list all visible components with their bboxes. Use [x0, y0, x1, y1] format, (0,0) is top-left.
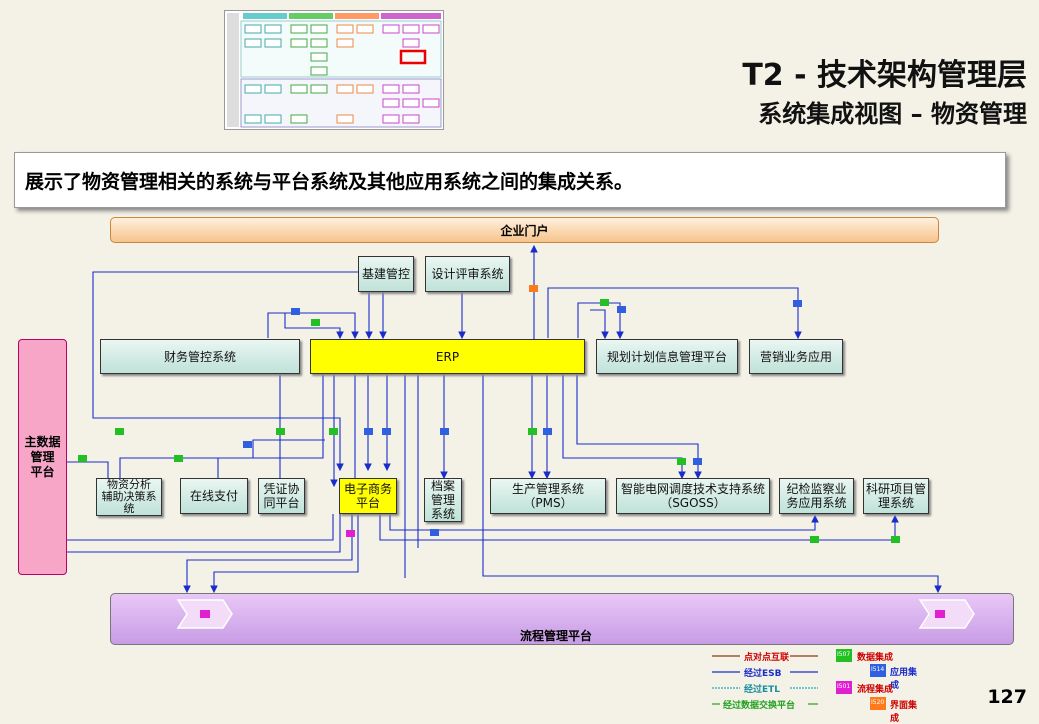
- page-number: 127: [987, 686, 1027, 708]
- legend: 点对点互联 经过ESB 经过ETL 经过数据交换平台 I507 I514 I50…: [710, 648, 920, 724]
- legend-code-app: I514: [871, 666, 885, 673]
- legend-code-data: I507: [837, 651, 851, 658]
- legend-etl: 经过ETL: [744, 685, 781, 695]
- legend-esb: 经过ESB: [744, 669, 782, 679]
- legend-code-ui: I520: [871, 699, 885, 706]
- legend-app-integration: 应用集成: [890, 668, 918, 691]
- legend-p2p: 点对点互联: [744, 653, 790, 663]
- process-platform-label: 流程管理平台: [520, 629, 593, 643]
- legend-data-exchange: 经过数据交换平台: [723, 701, 796, 711]
- legend-code-process: I501: [837, 683, 851, 690]
- legend-ui-integration: 界面集成: [890, 701, 918, 724]
- process-markers: [176, 599, 975, 629]
- legend-data-integration: 数据集成: [857, 653, 894, 663]
- legend-process-integration: 流程集成: [857, 685, 894, 695]
